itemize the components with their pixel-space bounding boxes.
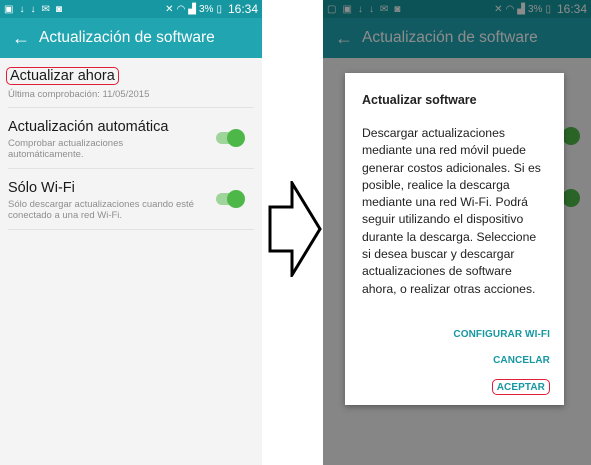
dialog-message: Descargar actualizaciones mediante una r… xyxy=(362,126,541,296)
setting-auto-update[interactable]: Actualización automática Comprobar actua… xyxy=(8,108,254,169)
battery-icon: ▯ xyxy=(216,3,222,15)
phone-screen-dialog: ▢ ▣ ↓ ↓ ✉ ◙ ✕ ◠ ▟ 3% ▯ 16:34 ← Actualiza… xyxy=(323,0,591,465)
setting-subtitle: Última comprobación: 11/05/2015 xyxy=(8,89,150,100)
setting-subtitle: Sólo descargar actualizaciones cuando es… xyxy=(8,199,194,221)
gallery-icon: ◙ xyxy=(55,3,62,15)
phone-screen-settings: ▣ ↓ ↓ ✉ ◙ ✕ ◠ ▟ 3% ▯ 16:34 ← Actualizaci… xyxy=(0,0,262,465)
cancel-button[interactable]: CANCELAR xyxy=(493,347,550,373)
app-bar: ← Actualización de software xyxy=(0,18,262,58)
message-icon: ✉ xyxy=(41,3,50,15)
configure-wifi-button[interactable]: CONFIGURAR WI-FI xyxy=(453,321,550,347)
wifi-only-toggle[interactable] xyxy=(216,190,245,208)
status-bar: ▣ ↓ ↓ ✉ ◙ ✕ ◠ ▟ 3% ▯ 16:34 xyxy=(0,0,262,18)
wifi-icon: ◠ xyxy=(176,3,186,15)
download-icon: ↓ xyxy=(19,3,25,15)
right-arrow-icon xyxy=(268,177,322,281)
update-dialog: Actualizar software Descargar actualizac… xyxy=(345,73,564,405)
setting-subtitle: Comprobar actualizaciones automáticament… xyxy=(8,138,124,160)
notification-icon: ▣ xyxy=(4,3,14,15)
signal-icon: ▟ xyxy=(188,3,196,15)
setting-wifi-only[interactable]: Sólo Wi-Fi Sólo descargar actualizacione… xyxy=(8,169,254,230)
mute-icon: ✕ xyxy=(165,3,174,15)
accept-button[interactable]: ACEPTAR xyxy=(491,379,550,395)
clock: 16:34 xyxy=(227,2,258,16)
setting-title: Actualizar ahora xyxy=(6,67,119,85)
dialog-title: Actualizar software xyxy=(362,93,477,107)
battery-percent: 3% xyxy=(199,3,214,15)
back-arrow-icon[interactable]: ← xyxy=(12,28,36,49)
page-title: Actualización de software xyxy=(39,29,215,46)
auto-update-toggle[interactable] xyxy=(216,129,245,147)
settings-list: Actualizar ahora Última comprobación: 11… xyxy=(0,58,262,465)
dialog-actions: CONFIGURAR WI-FI CANCELAR ACEPTAR xyxy=(453,321,550,395)
download-icon: ↓ xyxy=(30,3,36,15)
setting-update-now[interactable]: Actualizar ahora Última comprobación: 11… xyxy=(6,58,254,108)
